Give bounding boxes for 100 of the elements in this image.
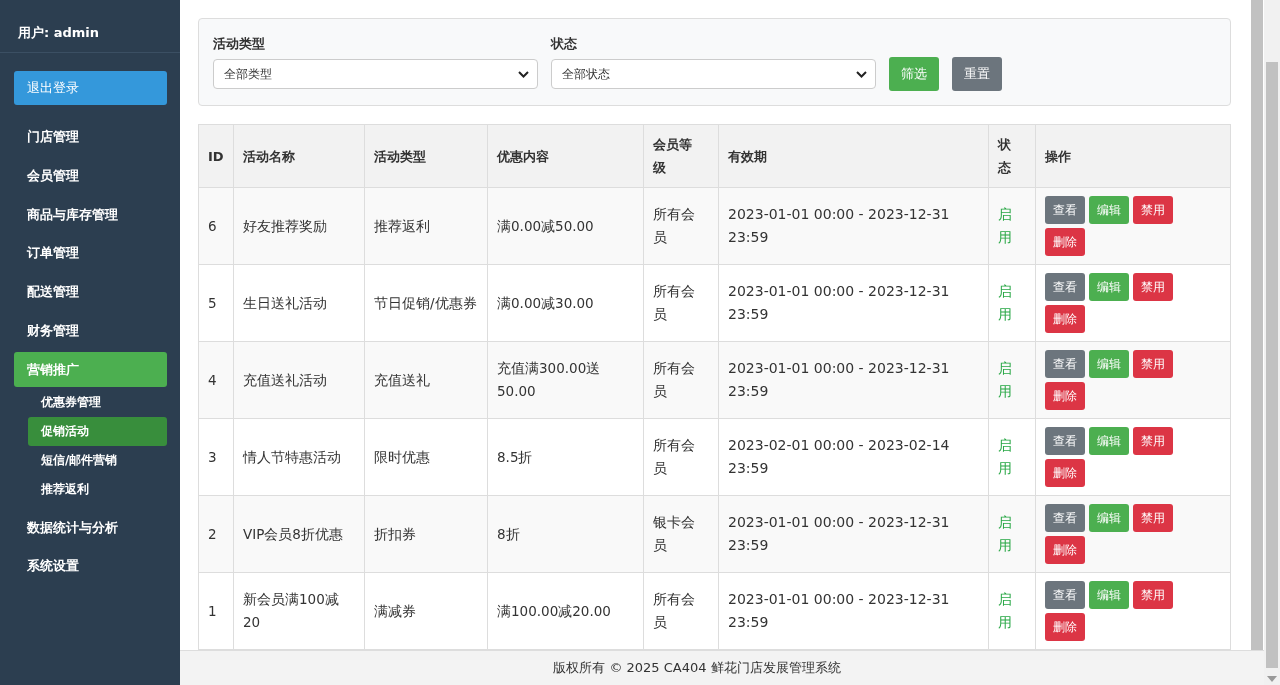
table-cell: 银卡会员 <box>643 495 719 573</box>
column-header: 有效期 <box>718 124 989 188</box>
status-text: 启用 <box>988 418 1036 496</box>
action-button[interactable]: 禁用 <box>1133 504 1173 532</box>
action-button[interactable]: 查看 <box>1045 504 1085 532</box>
status-text: 启用 <box>988 341 1036 419</box>
nav-item[interactable]: 会员管理 <box>14 157 167 193</box>
table-cell: 3 <box>198 418 234 496</box>
table-cell: 新会员满100减20 <box>233 572 365 650</box>
nav-item[interactable]: 门店管理 <box>14 119 167 154</box>
action-button[interactable]: 查看 <box>1045 350 1085 378</box>
footer-text: 版权所有 © 2025 CA404 鲜花门店发展管理系统 <box>553 659 841 677</box>
table-cell: 推荐返利 <box>364 187 488 265</box>
action-button[interactable]: 查看 <box>1045 581 1085 609</box>
table-cell: 所有会员 <box>643 187 719 265</box>
action-button[interactable]: 查看 <box>1045 427 1085 455</box>
nav-item[interactable]: 商品与库存管理 <box>14 196 167 232</box>
action-button[interactable]: 禁用 <box>1133 273 1173 301</box>
action-button[interactable]: 禁用 <box>1133 427 1173 455</box>
status-text: 启用 <box>988 495 1036 573</box>
table-cell: 满100.00减20.00 <box>487 572 644 650</box>
action-button[interactable]: 编辑 <box>1089 350 1129 378</box>
column-header: 优惠内容 <box>487 124 644 188</box>
status-text: 启用 <box>988 264 1036 342</box>
table-cell: 2023-01-01 00:00 - 2023-12-31 23:59 <box>718 264 989 342</box>
table-cell: 所有会员 <box>643 418 719 496</box>
action-button[interactable]: 删除 <box>1045 382 1085 410</box>
table-cell: VIP会员8折优惠 <box>233 495 365 573</box>
nav-item[interactable]: 订单管理 <box>14 235 167 271</box>
action-button[interactable]: 删除 <box>1045 459 1085 487</box>
action-button[interactable]: 禁用 <box>1133 350 1173 378</box>
table-cell: 生日送礼活动 <box>233 264 365 342</box>
table-cell: 满0.00减30.00 <box>487 264 644 342</box>
logout-button[interactable]: 退出登录 <box>14 71 167 105</box>
column-header: ID <box>198 124 234 188</box>
table-cell: 情人节特惠活动 <box>233 418 365 496</box>
action-button[interactable]: 编辑 <box>1089 273 1129 301</box>
select-field[interactable]: 全部类型 <box>213 59 538 89</box>
nav-item[interactable]: 营销推广 <box>14 351 167 387</box>
submenu-item[interactable]: 促销活动 <box>28 416 167 446</box>
action-button[interactable]: 查看 <box>1045 196 1085 224</box>
filter-button[interactable]: 重置 <box>952 57 1002 91</box>
table-cell: 2023-01-01 00:00 - 2023-12-31 23:59 <box>718 495 989 573</box>
nav-item[interactable]: 财务管理 <box>14 313 167 348</box>
table-cell: 2 <box>198 495 234 573</box>
table-cell: 6 <box>198 187 234 265</box>
submenu-item[interactable]: 优惠券管理 <box>28 387 167 417</box>
nav-item[interactable]: 系统设置 <box>14 548 167 584</box>
action-button[interactable]: 删除 <box>1045 613 1085 641</box>
action-button[interactable]: 删除 <box>1045 305 1085 333</box>
action-button[interactable]: 删除 <box>1045 536 1085 564</box>
column-header: 状态 <box>988 124 1036 188</box>
action-button[interactable]: 编辑 <box>1089 504 1129 532</box>
nav-item[interactable]: 数据统计与分析 <box>14 509 167 545</box>
select-field[interactable]: 全部状态 <box>551 59 876 89</box>
submenu-item[interactable]: 短信/邮件营销 <box>28 445 167 475</box>
column-header: 活动类型 <box>364 124 488 188</box>
table-cell: 2023-01-01 00:00 - 2023-12-31 23:59 <box>718 572 989 650</box>
action-button[interactable]: 删除 <box>1045 228 1085 256</box>
table-cell: 所有会员 <box>643 264 719 342</box>
table-cell: 4 <box>198 341 234 419</box>
table-cell: 2023-02-01 00:00 - 2023-02-14 23:59 <box>718 418 989 496</box>
table-cell: 满减券 <box>364 572 488 650</box>
nav-item[interactable]: 配送管理 <box>14 274 167 310</box>
table-cell: 充值满300.00送50.00 <box>487 341 644 419</box>
scrollbar[interactable] <box>1251 0 1263 650</box>
field-label: 活动类型 <box>213 35 266 53</box>
page-scrollbar[interactable] <box>1264 0 1280 685</box>
table-cell: 5 <box>198 264 234 342</box>
table-cell: 所有会员 <box>643 572 719 650</box>
status-text: 启用 <box>988 572 1036 650</box>
submenu-item[interactable]: 推荐返利 <box>28 474 167 504</box>
action-button[interactable]: 编辑 <box>1089 427 1129 455</box>
chevron-down-icon <box>518 70 529 78</box>
table-cell: 2023-01-01 00:00 - 2023-12-31 23:59 <box>718 341 989 419</box>
table-cell: 8.5折 <box>487 418 644 496</box>
scroll-down-arrow-icon[interactable] <box>1267 676 1277 682</box>
status-text: 启用 <box>988 187 1036 265</box>
column-header: 活动名称 <box>233 124 365 188</box>
chevron-down-icon <box>856 70 867 78</box>
table-cell: 充值送礼 <box>364 341 488 419</box>
column-header: 会员等级 <box>643 124 719 188</box>
table-cell: 1 <box>198 572 234 650</box>
table-cell: 充值送礼活动 <box>233 341 365 419</box>
field-label: 状态 <box>551 35 578 53</box>
action-button[interactable]: 查看 <box>1045 273 1085 301</box>
action-button[interactable]: 禁用 <box>1133 196 1173 224</box>
column-header: 操作 <box>1035 124 1231 188</box>
table-cell: 限时优惠 <box>364 418 488 496</box>
table-cell: 节日促销/优惠券 <box>364 264 488 342</box>
table-cell: 2023-01-01 00:00 - 2023-12-31 23:59 <box>718 187 989 265</box>
table-cell: 所有会员 <box>643 341 719 419</box>
table-cell: 满0.00减50.00 <box>487 187 644 265</box>
action-button[interactable]: 编辑 <box>1089 581 1129 609</box>
filter-button[interactable]: 筛选 <box>889 57 939 91</box>
table-cell: 8折 <box>487 495 644 573</box>
table-cell: 好友推荐奖励 <box>233 187 365 265</box>
table-cell: 折扣券 <box>364 495 488 573</box>
action-button[interactable]: 禁用 <box>1133 581 1173 609</box>
action-button[interactable]: 编辑 <box>1089 196 1129 224</box>
